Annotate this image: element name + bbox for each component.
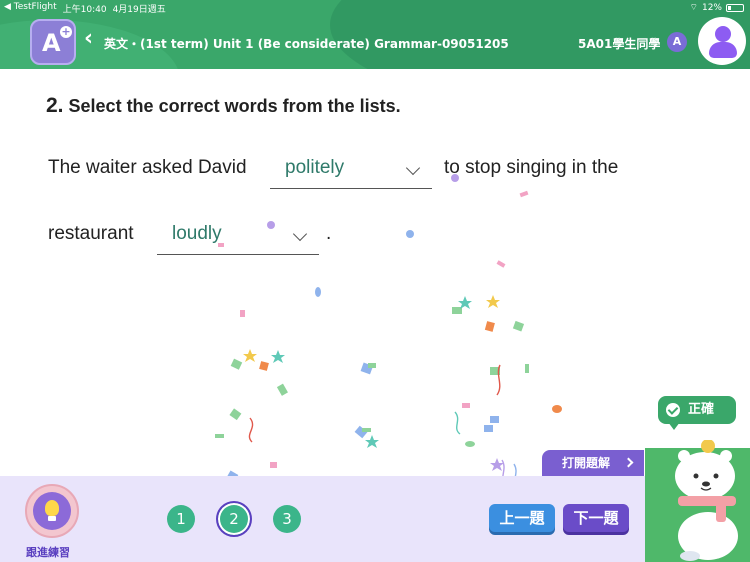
practice-button[interactable] [25,484,79,538]
dropdown-2[interactable]: loudly [157,219,319,255]
battery-percent: 12% [701,2,722,13]
avatar-head-icon [715,26,731,42]
question-nav-2[interactable]: 2 [216,501,252,537]
dropdown-1[interactable]: politely [270,153,432,189]
user-name: 5A01學生同學 [578,37,661,51]
chevron-down-icon [405,160,421,176]
check-icon [666,403,680,417]
wifi-icon: ⌔ [689,3,698,13]
correct-badge: 正確 [658,396,736,430]
page-title: 英文・(1st term) Unit 1 (Be considerate) Gr… [104,37,509,51]
sentence-part-1: The waiter asked David [48,157,247,178]
question-number: 2. [46,94,64,117]
dropdown-1-value: politely [285,157,345,178]
back-chevron-icon[interactable]: ‹ [84,28,98,50]
lightbulb-icon [45,500,59,516]
avatar[interactable] [698,17,746,65]
avatar-body-icon [709,42,737,58]
correct-label: 正確 [688,402,715,417]
app-screen: ◀ TestFlight 上午10:40 4月19日週五 ⌔ 12% A + ‹… [0,0,750,562]
chevron-down-icon [292,226,308,242]
level-badge: A [667,32,687,52]
sentence-part-2: to stop singing in the [444,157,619,178]
question-instruction: Select the correct words from the lists. [68,96,401,116]
open-solution-button[interactable]: 打開題解 [542,450,644,476]
app-logo: A + [30,19,76,65]
question-nav-1[interactable]: 1 [167,505,195,533]
sentence-part-3: restaurant [48,223,134,244]
logo-plus-icon: + [60,25,72,38]
status-time: 上午10:40 [62,5,107,15]
next-question-button[interactable]: 下一題 [563,504,629,532]
polar-bear-mascot-icon [675,440,738,561]
question-nav-3[interactable]: 3 [273,505,301,533]
previous-question-button[interactable]: 上一題 [489,504,555,532]
carrier-label: ◀ TestFlight [4,2,57,12]
header-bar: ◀ TestFlight 上午10:40 4月19日週五 ⌔ 12% A + ‹… [0,0,750,69]
logo-a-icon: A [42,29,61,57]
question-heading: 2. Select the correct words from the lis… [46,94,401,118]
status-bar: ◀ TestFlight 上午10:40 4月19日週五 ⌔ 12% [0,0,750,15]
open-solution-label: 打開題解 [562,456,611,470]
status-date: 4月19日週五 [112,5,166,15]
sentence-part-4: . [326,223,332,244]
dropdown-2-value: loudly [172,223,222,244]
chevron-right-icon [623,457,634,468]
battery-icon [726,3,744,12]
practice-label: 跟進練習 [26,546,70,559]
